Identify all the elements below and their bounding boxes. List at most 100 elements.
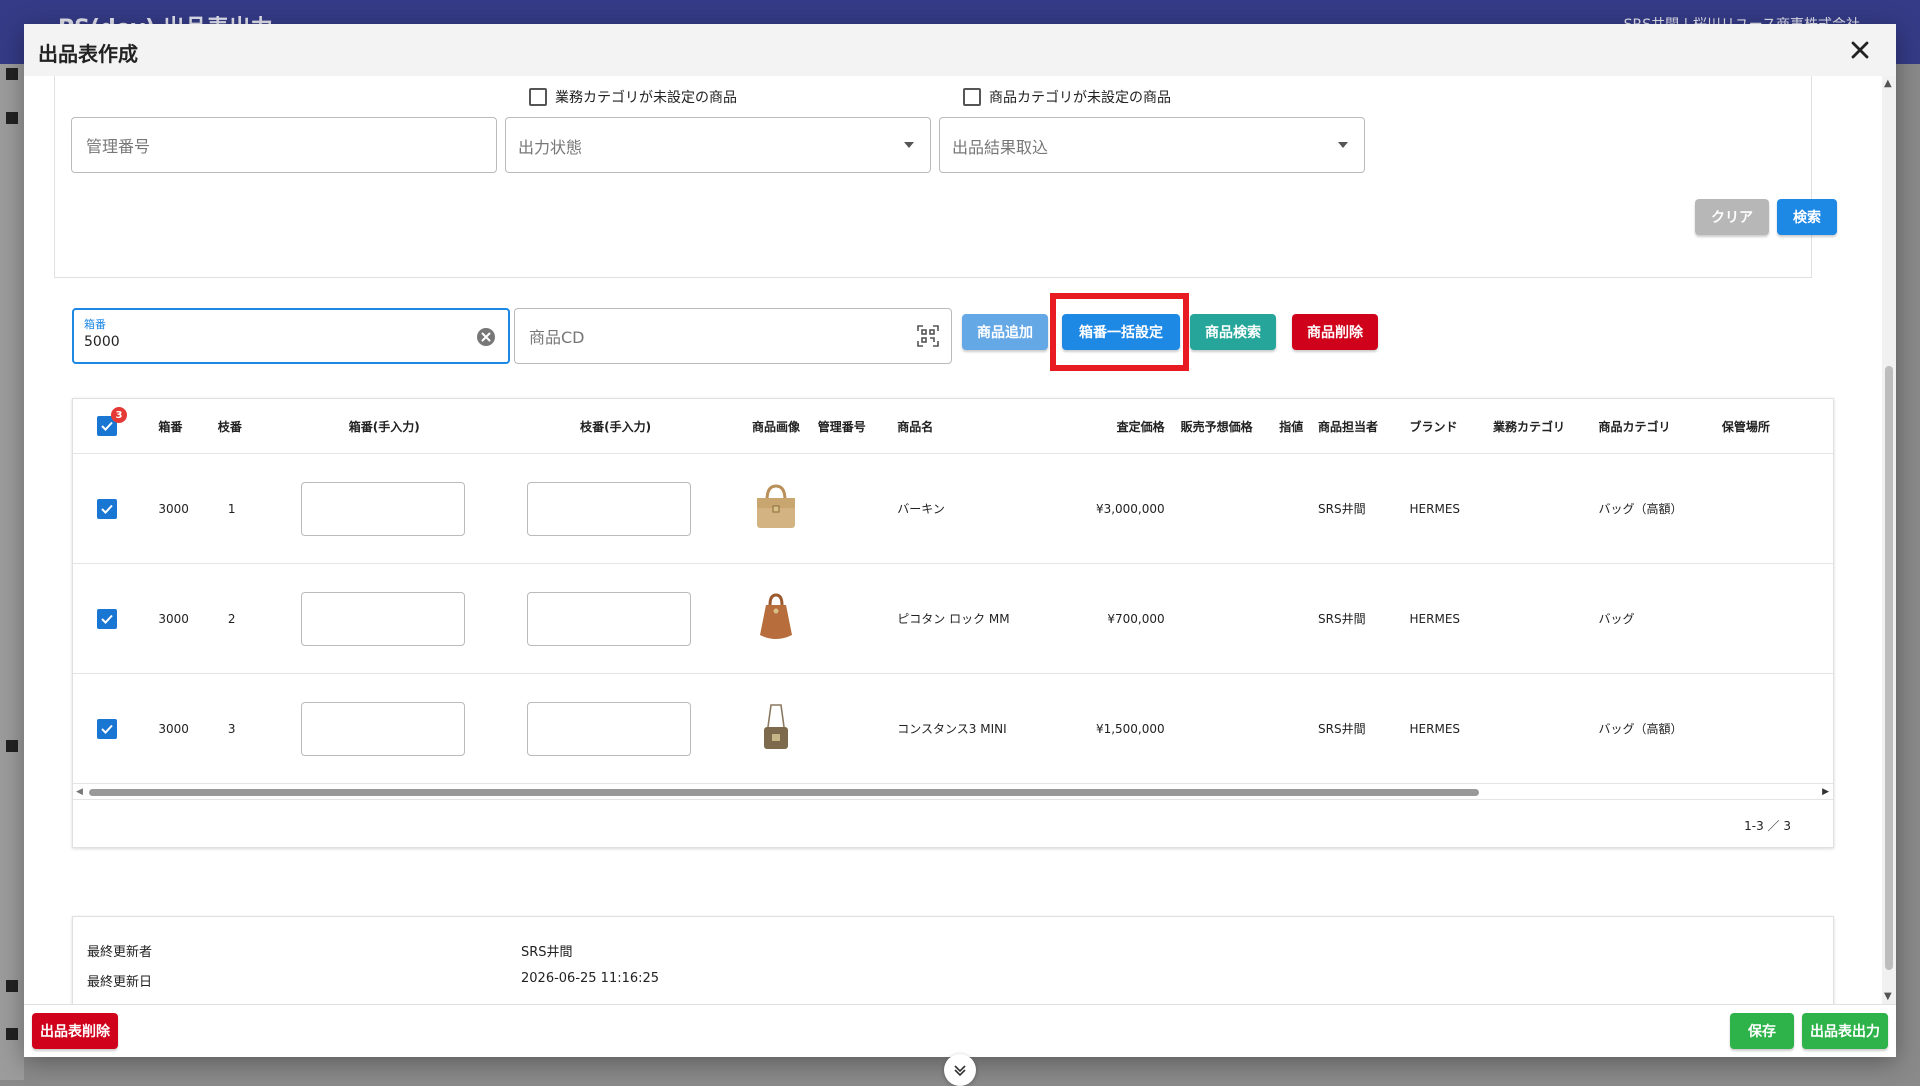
product-name-cell: ピコタン ロック MM bbox=[897, 563, 1096, 674]
output-status-select[interactable]: 出力状態 bbox=[505, 117, 931, 173]
box-number-cell: 3000 bbox=[158, 563, 218, 674]
delete-product-button[interactable]: 商品削除 bbox=[1292, 314, 1378, 350]
management-number-input[interactable] bbox=[84, 118, 428, 174]
sidebar-icon bbox=[6, 1028, 18, 1040]
column-header-branch[interactable]: 枝番 bbox=[217, 399, 272, 454]
scroll-down-icon[interactable]: ▼ bbox=[1884, 991, 1892, 1002]
column-header-box-manual[interactable]: 箱番(手入力) bbox=[271, 399, 497, 454]
product-category-cell: バッグ（高額） bbox=[1598, 453, 1722, 564]
add-product-button[interactable]: 商品追加 bbox=[962, 314, 1048, 350]
column-header-business-category[interactable]: 業務カテゴリ bbox=[1493, 399, 1599, 454]
column-header-sale-forecast[interactable]: 販売予想価格 bbox=[1180, 399, 1265, 454]
branch-number-manual-input[interactable] bbox=[526, 701, 691, 756]
product-image-cell bbox=[734, 453, 818, 564]
appraisal-price-cell: ¥3,000,000 bbox=[1095, 453, 1181, 564]
scroll-right-icon[interactable]: ▶ bbox=[1822, 787, 1829, 797]
chevron-down-icon[interactable] bbox=[904, 142, 914, 148]
branch-number-cell: 1 bbox=[217, 453, 272, 564]
horizontal-scroll-thumb[interactable] bbox=[89, 789, 1479, 796]
scroll-left-icon[interactable]: ◀ bbox=[76, 787, 83, 797]
product-cd-field[interactable] bbox=[514, 308, 952, 365]
table-row[interactable]: 3000 1 バーキン ¥3,000,000 SRS井間 HERMES バッグ（… bbox=[73, 453, 1833, 564]
product-search-button[interactable]: 商品検索 bbox=[1190, 314, 1276, 350]
dialog-header: 出品表作成 bbox=[24, 24, 1896, 77]
row-select-cell bbox=[73, 673, 159, 784]
pagination-info: 1-3 ／ 3 bbox=[1744, 819, 1791, 833]
qr-scan-icon[interactable] bbox=[917, 325, 939, 347]
business-category-unset-filter[interactable]: 業務カテゴリが未設定の商品 bbox=[529, 87, 737, 107]
sidebar-icon bbox=[6, 112, 18, 124]
column-header-storage[interactable]: 保管場所 bbox=[1721, 399, 1833, 454]
box-number-field[interactable]: 箱番 5000 bbox=[72, 308, 510, 364]
box-number-label: 箱番 bbox=[84, 318, 106, 331]
vertical-scrollbar[interactable]: ▲ ▼ bbox=[1882, 76, 1896, 1004]
search-button[interactable]: 検索 bbox=[1777, 199, 1837, 235]
bag-constance-icon bbox=[764, 704, 789, 749]
column-header-branch-manual[interactable]: 枝番(手入力) bbox=[496, 399, 735, 454]
table-row[interactable]: 3000 2 ピコタン ロック MM ¥700,000 SRS井間 HERMES… bbox=[73, 563, 1833, 674]
box-number-manual-input[interactable] bbox=[301, 481, 466, 536]
sidebar-icon bbox=[6, 68, 18, 80]
horizontal-scrollbar[interactable]: ◀ ▶ bbox=[73, 785, 1833, 799]
box-number-manual-input[interactable] bbox=[301, 701, 466, 756]
product-category-cell: バッグ bbox=[1598, 563, 1722, 674]
brand-cell: HERMES bbox=[1409, 673, 1494, 784]
dialog-content[interactable]: 業務カテゴリが未設定の商品 商品カテゴリが未設定の商品 出力状態 出品結果取込 … bbox=[24, 76, 1896, 1004]
scroll-up-icon[interactable]: ▲ bbox=[1884, 78, 1892, 89]
box-number-cell: 3000 bbox=[158, 673, 218, 784]
management-number-field[interactable] bbox=[71, 117, 497, 174]
business-category-cell bbox=[1493, 563, 1599, 674]
last-updated-at-label: 最終更新日 bbox=[87, 975, 153, 990]
branch-number-manual-input[interactable] bbox=[526, 591, 691, 646]
vertical-scroll-thumb[interactable] bbox=[1885, 366, 1893, 970]
column-header-box[interactable]: 箱番 bbox=[158, 399, 218, 454]
storage-cell bbox=[1721, 563, 1833, 674]
row-select-cell bbox=[73, 453, 159, 564]
limit-price-cell bbox=[1264, 453, 1319, 564]
product-cd-input[interactable] bbox=[527, 309, 880, 365]
column-header-product-category[interactable]: 商品カテゴリ bbox=[1598, 399, 1722, 454]
product-category-unset-filter[interactable]: 商品カテゴリが未設定の商品 bbox=[963, 87, 1171, 107]
checkbox-label: 商品カテゴリが未設定の商品 bbox=[989, 90, 1171, 106]
management-number-cell bbox=[817, 673, 898, 784]
chevron-down-icon[interactable] bbox=[1338, 142, 1348, 148]
appraisal-price-cell: ¥1,500,000 bbox=[1095, 673, 1181, 784]
column-header-staff[interactable]: 商品担当者 bbox=[1318, 399, 1410, 454]
box-number-value: 5000 bbox=[84, 334, 120, 350]
sale-forecast-cell bbox=[1180, 453, 1265, 564]
close-icon[interactable] bbox=[1846, 36, 1874, 64]
save-button[interactable]: 保存 bbox=[1730, 1013, 1794, 1049]
checkbox[interactable] bbox=[963, 88, 981, 106]
checkbox[interactable] bbox=[529, 88, 547, 106]
staff-cell: SRS井間 bbox=[1318, 453, 1410, 564]
column-header-brand[interactable]: ブランド bbox=[1409, 399, 1494, 454]
export-listing-sheet-button[interactable]: 出品表出力 bbox=[1802, 1013, 1888, 1049]
update-info-card: 最終更新者 SRS井間 最終更新日 2026-06-25 11:16:25 bbox=[72, 916, 1834, 1004]
search-panel: 業務カテゴリが未設定の商品 商品カテゴリが未設定の商品 出力状態 出品結果取込 … bbox=[54, 76, 1837, 278]
limit-price-cell bbox=[1264, 673, 1319, 784]
products-table-card: 3 箱番 枝番 箱番(手入力) 枝番(手入力) 商品画像 管理番号 商品名 査定… bbox=[72, 398, 1834, 848]
products-table: 3 箱番 枝番 箱番(手入力) 枝番(手入力) 商品画像 管理番号 商品名 査定… bbox=[73, 399, 1833, 784]
clear-button[interactable]: クリア bbox=[1695, 199, 1769, 235]
delete-listing-sheet-button[interactable]: 出品表削除 bbox=[32, 1013, 118, 1049]
column-header-limit-price[interactable]: 指値 bbox=[1264, 399, 1319, 454]
result-import-select[interactable]: 出品結果取込 bbox=[939, 117, 1365, 173]
product-image-cell bbox=[734, 563, 818, 674]
row-checkbox[interactable] bbox=[97, 608, 117, 629]
clear-icon[interactable] bbox=[476, 327, 496, 347]
column-header-product-name[interactable]: 商品名 bbox=[897, 399, 1096, 454]
box-number-manual-input[interactable] bbox=[301, 591, 466, 646]
staff-cell: SRS井間 bbox=[1318, 563, 1410, 674]
column-header-image[interactable]: 商品画像 bbox=[734, 399, 818, 454]
table-row[interactable]: 3000 3 コンスタンス3 MINI ¥1,500,000 SRS井間 HER… bbox=[73, 673, 1833, 784]
table-header-row: 3 箱番 枝番 箱番(手入力) 枝番(手入力) 商品画像 管理番号 商品名 査定… bbox=[73, 399, 1833, 454]
row-checkbox[interactable] bbox=[97, 498, 117, 519]
column-header-appraisal-price[interactable]: 査定価格 bbox=[1095, 399, 1181, 454]
row-checkbox[interactable] bbox=[97, 718, 117, 739]
branch-number-manual-input[interactable] bbox=[526, 481, 691, 536]
checkbox-label: 業務カテゴリが未設定の商品 bbox=[555, 90, 737, 106]
branch-number-cell: 2 bbox=[217, 563, 272, 674]
scroll-down-fab[interactable] bbox=[944, 1054, 976, 1086]
column-header-management-number[interactable]: 管理番号 bbox=[817, 399, 898, 454]
result-import-placeholder: 出品結果取込 bbox=[952, 138, 1049, 157]
